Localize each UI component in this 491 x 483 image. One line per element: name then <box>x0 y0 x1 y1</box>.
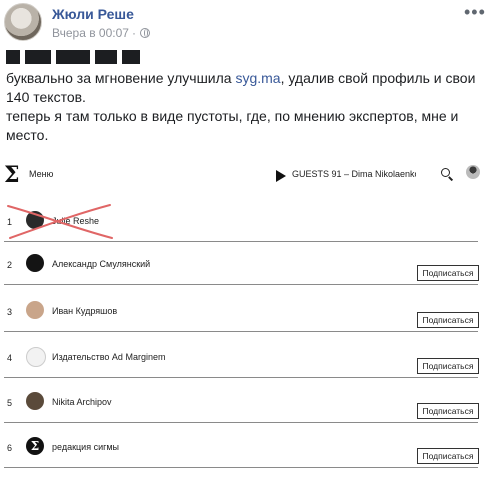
author-row[interactable]: 3 Иван Кудряшов Подписаться <box>0 287 491 332</box>
row-avatar[interactable] <box>26 347 46 367</box>
row-author-name[interactable]: Издательство Ad Marginem <box>52 352 165 362</box>
search-icon[interactable] <box>441 168 450 177</box>
user-avatar-icon[interactable] <box>466 165 480 179</box>
author-row[interactable]: 1 Julie Reshe <box>0 197 491 242</box>
author-row[interactable]: 5 Nikita Archipov Подписаться <box>0 378 491 423</box>
author-row[interactable]: 6 Σредакция сигмы Подписаться <box>0 423 491 468</box>
more-options-icon[interactable]: ••• <box>464 2 486 23</box>
sigma-screenshot[interactable]: Σ Меню GUESTS 91 – Dima Nikolaenko 1 Juli… <box>0 155 491 483</box>
row-divider <box>4 331 478 332</box>
subscribe-button[interactable]: Подписаться <box>417 403 479 419</box>
row-avatar[interactable] <box>26 301 44 319</box>
row-rank: 3 <box>7 307 13 317</box>
row-author-name[interactable]: Александр Смулянский <box>52 259 150 269</box>
row-rank: 6 <box>7 443 13 453</box>
row-author-name[interactable]: Nikita Archipov <box>52 397 112 407</box>
redacted-text <box>6 50 140 64</box>
post-paragraph-2: теперь я там только в виде пустоты, где,… <box>6 108 459 143</box>
subscribe-button[interactable]: Подписаться <box>417 448 479 464</box>
meta-separator: · <box>131 26 136 40</box>
post-meta: Вчера в 00:07 · <box>52 26 150 40</box>
post-body: буквально за мгновение улучшила syg.ma, … <box>6 69 486 145</box>
globe-icon[interactable] <box>139 28 150 38</box>
row-author-name[interactable]: Иван Кудряшов <box>52 306 117 316</box>
post-paragraph-1: буквально за мгновение улучшила syg.ma, … <box>6 69 486 107</box>
sigma-badge-avatar[interactable]: Σ <box>26 437 44 455</box>
sigma-logo[interactable]: Σ <box>4 163 20 187</box>
subscribe-button[interactable]: Подписаться <box>417 358 479 374</box>
menu-link[interactable]: Меню <box>29 169 53 179</box>
subscribe-button[interactable]: Подписаться <box>417 312 479 328</box>
now-playing-title[interactable]: GUESTS 91 – Dima Nikolaenko <box>292 169 416 179</box>
post-text-before-link: буквально за мгновение улучшила <box>6 70 236 86</box>
sygma-link[interactable]: syg.ma <box>235 70 280 86</box>
row-author-name[interactable]: редакция сигмы <box>52 442 119 452</box>
post-timestamp[interactable]: Вчера в 00:07 <box>52 26 129 40</box>
post-header: Жюли Реше Вчера в 00:07 · ••• <box>0 0 491 44</box>
row-divider <box>4 467 478 468</box>
row-rank: 5 <box>7 398 13 408</box>
author-row[interactable]: 2 Александр Смулянский Подписаться <box>0 240 491 285</box>
row-avatar[interactable] <box>26 392 44 410</box>
author-row[interactable]: 4 Издательство Ad Marginem Подписаться <box>0 333 491 378</box>
strikethrough-cross <box>7 204 113 239</box>
row-rank: 4 <box>7 353 13 363</box>
row-rank: 2 <box>7 260 13 270</box>
subscribe-button[interactable]: Подписаться <box>417 265 479 281</box>
play-icon[interactable] <box>276 170 286 182</box>
row-divider <box>4 284 478 285</box>
sigma-topbar: Σ Меню GUESTS 91 – Dima Nikolaenko <box>0 155 491 195</box>
author-avatar[interactable] <box>4 3 42 41</box>
author-name[interactable]: Жюли Реше <box>52 6 134 22</box>
row-avatar[interactable] <box>26 254 44 272</box>
